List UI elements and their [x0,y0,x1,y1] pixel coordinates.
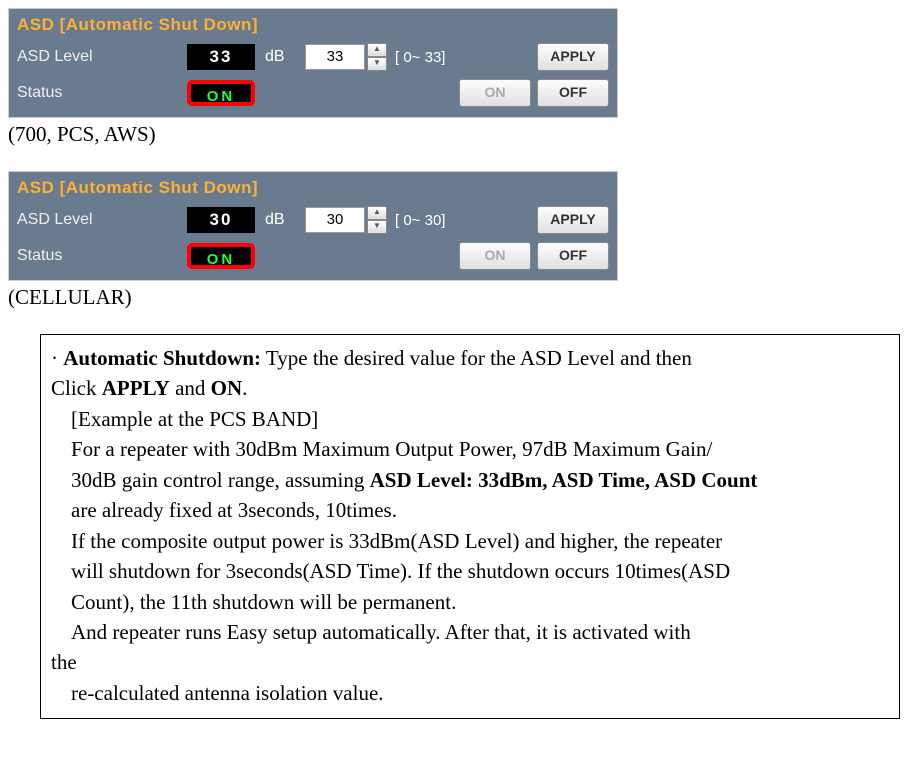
desc-line-1: · Automatic Shutdown: Type the desired v… [51,343,889,373]
desc-line-4: For a repeater with 30dBm Maximum Output… [51,434,889,464]
desc-l2d: ON [211,376,243,400]
status-row: Status ON ON OFF [9,75,617,117]
off-button[interactable]: OFF [537,79,609,107]
panel-title: ASD [Automatic Shut Down] [9,9,617,39]
desc-l2e: . [242,376,247,400]
asd-level-value: 33 [187,44,255,70]
spinner: ▲ ▼ [367,206,387,234]
asd-level-row: ASD Level 33 dB 33 ▲ ▼ [ 0~ 33] APPLY [9,39,617,75]
desc-l2a: Click [51,376,102,400]
panel-title: ASD [Automatic Shut Down] [9,172,617,202]
bullet: · [51,346,58,370]
desc-line-5: 30dB gain control range, assuming ASD Le… [51,465,889,495]
desc-l5b: ASD Level: 33dBm, ASD Time, ASD Count [370,468,758,492]
on-button[interactable]: ON [459,79,531,107]
desc-line-10: And repeater runs Easy setup automatical… [51,617,889,647]
desc-title: Automatic Shutdown: [63,346,261,370]
description-box: · Automatic Shutdown: Type the desired v… [40,334,900,719]
desc-line-7: If the composite output power is 33dBm(A… [51,526,889,556]
range-text: [ 0~ 33] [395,49,485,66]
desc-line-11: the [51,647,889,677]
asd-level-input[interactable]: 33 [305,44,365,70]
asd-panel-2: ASD [Automatic Shut Down] ASD Level 30 d… [8,171,618,281]
on-button[interactable]: ON [459,242,531,270]
asd-level-label: ASD Level [17,211,187,229]
unit-label: dB [265,48,293,66]
apply-button[interactable]: APPLY [537,206,609,234]
desc-l1: Type the desired value for the ASD Level… [261,346,692,370]
status-label: Status [17,84,187,102]
desc-l5a: 30dB gain control range, assuming [71,468,370,492]
spinner-down-icon[interactable]: ▼ [367,57,387,71]
apply-button[interactable]: APPLY [537,43,609,71]
spinner-up-icon[interactable]: ▲ [367,206,387,220]
status-label: Status [17,247,187,265]
desc-line-9: Count), the 11th shutdown will be perman… [51,587,889,617]
status-row: Status ON ON OFF [9,238,617,280]
caption-1: (700, PCS, AWS) [8,122,915,147]
status-value: ON [187,80,255,106]
desc-line-6: are already fixed at 3seconds, 10times. [51,495,889,525]
desc-line-3: [Example at the PCS BAND] [51,404,889,434]
spinner: ▲ ▼ [367,43,387,71]
asd-level-row: ASD Level 30 dB 30 ▲ ▼ [ 0~ 30] APPLY [9,202,617,238]
caption-2: (CELLULAR) [8,285,915,310]
desc-l2b: APPLY [102,376,170,400]
desc-line-12: re-calculated antenna isolation value. [51,678,889,708]
desc-line-2: Click APPLY and ON. [51,373,889,403]
asd-level-input[interactable]: 30 [305,207,365,233]
spinner-down-icon[interactable]: ▼ [367,220,387,234]
unit-label: dB [265,211,293,229]
spinner-up-icon[interactable]: ▲ [367,43,387,57]
asd-level-label: ASD Level [17,48,187,66]
desc-l2c: and [170,376,211,400]
asd-level-value: 30 [187,207,255,233]
status-value: ON [187,243,255,269]
off-button[interactable]: OFF [537,242,609,270]
desc-line-8: will shutdown for 3seconds(ASD Time). If… [51,556,889,586]
range-text: [ 0~ 30] [395,212,485,229]
asd-panel-1: ASD [Automatic Shut Down] ASD Level 33 d… [8,8,618,118]
